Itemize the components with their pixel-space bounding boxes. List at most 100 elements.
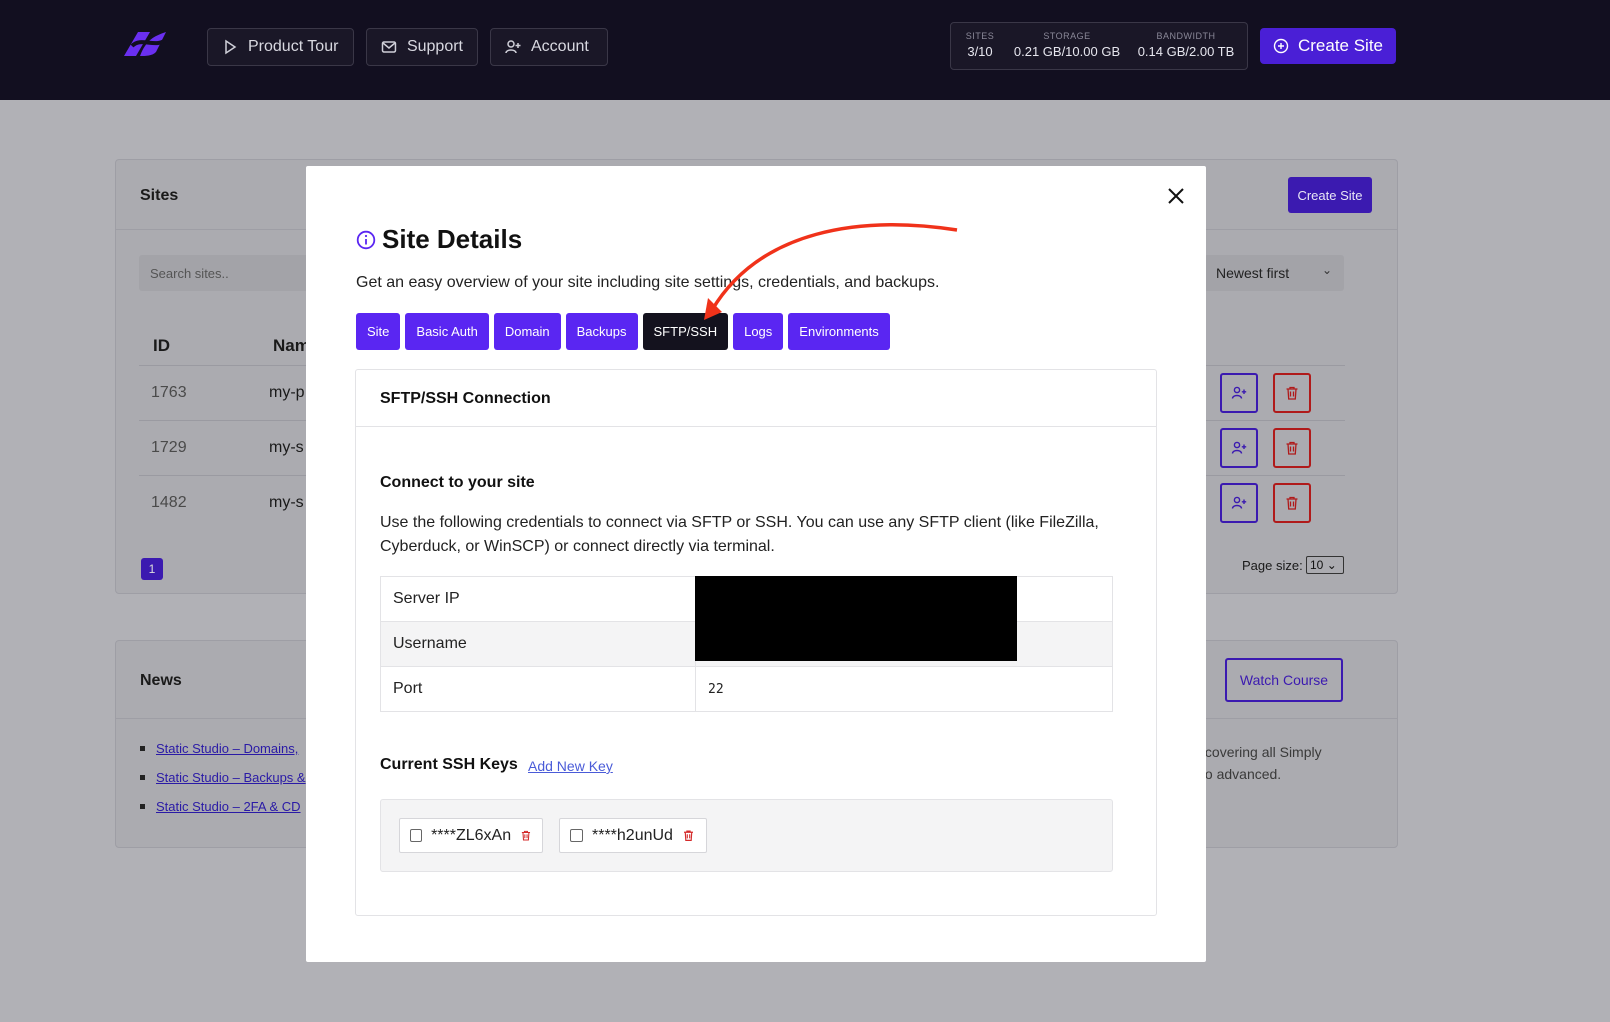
create-site-label: Create Site: [1297, 36, 1384, 55]
user-plus-icon: [1231, 496, 1247, 509]
row-name[interactable]: my-s: [269, 494, 304, 512]
connect-heading: Connect to your site: [380, 474, 535, 491]
mail-icon: [381, 41, 397, 53]
stat-storage-value: 0.21 GB/10.00 GB: [1013, 44, 1121, 59]
stat-sites: SITES 3/10: [965, 31, 995, 59]
panel-title: SFTP/SSH Connection: [380, 390, 551, 407]
trash-icon[interactable]: [520, 829, 532, 842]
row-id: 1482: [151, 494, 187, 511]
ssh-keys-heading: Current SSH Keys: [380, 756, 518, 773]
table-row: Port 22: [380, 666, 1113, 712]
support-button[interactable]: Support: [366, 28, 478, 66]
column-id: ID: [153, 336, 170, 355]
news-link[interactable]: Static Studio – Domains,: [156, 741, 298, 756]
list-item: Static Studio – Domains,: [140, 741, 306, 756]
account-label: Account: [531, 38, 589, 55]
info-icon: [356, 230, 376, 249]
stat-bandwidth-label: BANDWIDTH: [1156, 31, 1216, 41]
add-user-button[interactable]: [1220, 483, 1258, 523]
news-title: News: [140, 672, 182, 689]
page-size-value: 10: [1310, 558, 1324, 572]
row-name[interactable]: my-s: [269, 439, 304, 457]
site-details-modal: Site Details Get an easy overview of you…: [306, 166, 1206, 962]
modal-description: Get an easy overview of your site includ…: [356, 274, 940, 291]
stat-storage: STORAGE 0.21 GB/10.00 GB: [1011, 31, 1123, 59]
tab-sftp-ssh[interactable]: SFTP/SSH: [642, 313, 729, 350]
trash-icon: [1286, 496, 1298, 510]
delete-site-button[interactable]: [1273, 483, 1311, 523]
list-item: Static Studio – 2FA & CD: [140, 799, 306, 814]
search-sites-input[interactable]: Search sites..: [139, 255, 319, 291]
trash-icon: [1286, 386, 1298, 400]
account-button[interactable]: Account: [490, 28, 608, 66]
stat-storage-label: STORAGE: [1043, 31, 1091, 41]
sftp-panel: SFTP/SSH Connection Connect to your site…: [355, 369, 1157, 916]
ssh-key-item: ****ZL6xAn: [399, 818, 543, 853]
credential-value: 22: [695, 666, 1113, 712]
chevron-down-icon: ⌄: [1321, 263, 1332, 277]
stat-sites-label: SITES: [965, 31, 995, 41]
news-list: Static Studio – Domains, Static Studio –…: [140, 741, 306, 828]
add-user-button[interactable]: [1220, 373, 1258, 413]
sites-create-site-button[interactable]: Create Site: [1288, 177, 1372, 213]
credential-key: Port: [380, 666, 696, 712]
user-plus-icon: [1231, 386, 1247, 399]
sftp-panel-header: SFTP/SSH Connection: [356, 370, 1156, 427]
ssh-key-label: ****ZL6xAn: [431, 826, 512, 844]
user-plus-icon: [505, 40, 521, 54]
redaction-block: [695, 576, 1017, 661]
sites-title: Sites: [140, 187, 179, 204]
page-size-select[interactable]: 10 ⌄: [1306, 556, 1344, 574]
stat-bandwidth-value: 0.14 GB/2.00 TB: [1137, 44, 1235, 59]
tab-basic-auth[interactable]: Basic Auth: [405, 313, 489, 350]
product-tour-button[interactable]: Product Tour: [207, 28, 354, 66]
watch-course-button[interactable]: Watch Course: [1225, 658, 1343, 702]
sort-select[interactable]: Newest first ⌄: [1204, 255, 1344, 291]
connect-instructions: Use the following credentials to connect…: [380, 514, 1099, 555]
tab-site[interactable]: Site: [356, 313, 401, 350]
row-id: 1729: [151, 439, 187, 456]
plus-circle-icon: [1273, 38, 1289, 54]
list-item: Static Studio – Backups &: [140, 770, 306, 785]
play-icon: [225, 39, 237, 55]
page-1-button[interactable]: 1: [141, 558, 163, 580]
page-size-label: Page size:: [1242, 558, 1303, 573]
user-plus-icon: [1231, 441, 1247, 454]
delete-site-button[interactable]: [1273, 373, 1311, 413]
column-name: Nam: [273, 336, 310, 355]
tab-logs[interactable]: Logs: [733, 313, 784, 350]
tab-domain[interactable]: Domain: [493, 313, 561, 350]
modal-title-text: Site Details: [382, 224, 523, 254]
credential-key: Server IP: [380, 576, 696, 622]
support-label: Support: [406, 38, 463, 55]
sort-value: Newest first: [1216, 265, 1290, 281]
modal-title: Site Details: [356, 224, 522, 255]
create-site-button[interactable]: Create Site: [1260, 28, 1396, 64]
add-new-key-link[interactable]: Add New Key: [528, 758, 613, 774]
ssh-key-checkbox[interactable]: [410, 829, 423, 842]
ssh-key-checkbox[interactable]: [570, 829, 583, 842]
tab-environments[interactable]: Environments: [788, 313, 890, 350]
row-id: 1763: [151, 384, 187, 401]
brand-logo[interactable]: [116, 26, 174, 60]
credential-key: Username: [380, 621, 696, 667]
trash-icon[interactable]: [682, 829, 695, 842]
delete-site-button[interactable]: [1273, 428, 1311, 468]
chevron-down-icon: ⌄: [1323, 558, 1337, 572]
stat-bandwidth: BANDWIDTH 0.14 GB/2.00 TB: [1133, 31, 1239, 59]
add-user-button[interactable]: [1220, 428, 1258, 468]
ssh-key-item: ****h2unUd: [559, 818, 707, 853]
tab-backups[interactable]: Backups: [565, 313, 638, 350]
row-name[interactable]: my-p: [269, 384, 305, 402]
product-tour-label: Product Tour: [248, 38, 339, 55]
close-icon[interactable]: [1166, 186, 1186, 206]
usage-stats: SITES 3/10 STORAGE 0.21 GB/10.00 GB BAND…: [950, 22, 1248, 70]
stat-sites-value: 3/10: [967, 44, 993, 59]
ssh-keys-list: ****ZL6xAn ****h2unUd: [380, 799, 1113, 872]
ssh-key-label: ****h2unUd: [592, 826, 673, 844]
news-link[interactable]: Static Studio – 2FA & CD: [156, 799, 301, 814]
top-bar: Product Tour Support Account SITES 3/10 …: [0, 0, 1610, 100]
trash-icon: [1286, 441, 1298, 455]
news-link[interactable]: Static Studio – Backups &: [156, 770, 306, 785]
modal-tabs: Site Basic Auth Domain Backups SFTP/SSH …: [356, 313, 890, 350]
